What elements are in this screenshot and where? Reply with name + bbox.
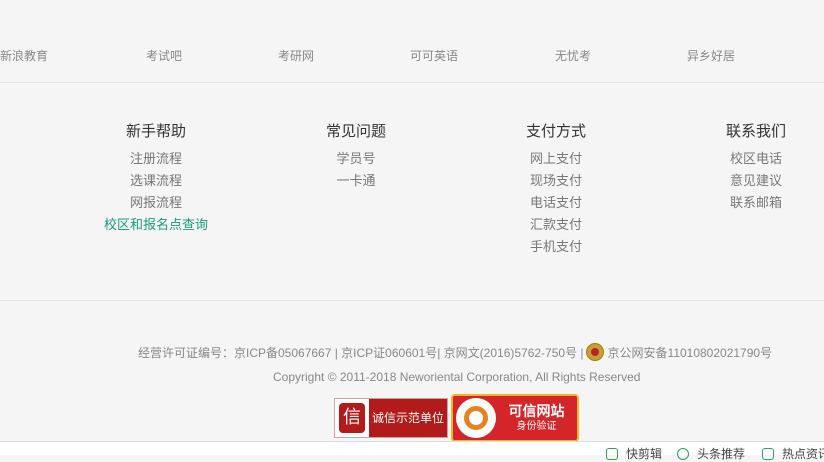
police-record-link[interactable]: 京公网安备11010802021790号	[608, 344, 773, 361]
help-link[interactable]: 选课流程	[66, 170, 246, 192]
trusted-site-badge[interactable]: 可信网站 身份验证	[451, 394, 579, 442]
trusted-site-subtitle: 身份验证	[516, 421, 557, 432]
help-link[interactable]: 网上支付	[466, 148, 646, 170]
help-link[interactable]: 现场支付	[466, 170, 646, 192]
help-link[interactable]: 学员号	[266, 148, 446, 170]
help-link[interactable]: 意见建议	[666, 170, 824, 192]
trusted-site-logo-icon	[456, 398, 496, 438]
help-column-contact: 联系我们 校区电话 意见建议 联系邮箱	[666, 122, 824, 214]
police-badge-icon	[585, 343, 604, 361]
bottom-toolbar: 快剪辑 头条推荐 热点资讯	[0, 441, 824, 461]
friend-link[interactable]: 异乡好居	[687, 47, 735, 64]
license-text: 经营许可证编号：京ICP备05067667 | 京ICP证060601号| 京网…	[138, 345, 584, 360]
help-column-payment: 支付方式 网上支付 现场支付 电话支付 汇款支付 手机支付	[466, 122, 646, 258]
column-heading: 新手帮助	[125, 123, 186, 140]
help-link[interactable]: 汇款支付	[466, 214, 646, 236]
help-link[interactable]: 电话支付	[466, 192, 646, 214]
friend-link[interactable]: 考研网	[278, 47, 314, 64]
help-link-campus-query[interactable]: 校区和报名点查询	[66, 214, 246, 236]
help-link[interactable]: 手机支付	[466, 236, 646, 258]
help-link[interactable]: 联系邮箱	[666, 192, 824, 214]
site-footer: 经营许可证编号：京ICP备05067667 | 京ICP证060601号| 京网…	[0, 300, 824, 454]
trusted-site-title: 可信网站	[508, 403, 565, 419]
friend-links-row: 新浪教育 考试吧 考研网 可可英语 无忧考 异乡好居	[0, 0, 824, 83]
help-link[interactable]: 网报流程	[66, 192, 246, 214]
column-heading: 联系我们	[725, 123, 786, 140]
friend-link[interactable]: 可可英语	[410, 47, 458, 64]
integrity-badge-label: 诚信示范单位	[369, 399, 447, 437]
help-link[interactable]: 校区电话	[666, 148, 824, 170]
friend-link[interactable]: 考试吧	[146, 47, 182, 64]
integrity-badge[interactable]: 信 诚信示范单位	[334, 398, 448, 438]
help-section: 新手帮助 注册流程 选课流程 网报流程 校区和报名点查询 常见问题 学员号 一卡…	[0, 82, 824, 301]
column-heading: 常见问题	[325, 123, 386, 140]
column-heading: 支付方式	[525, 123, 586, 140]
help-link[interactable]: 一卡通	[266, 170, 446, 192]
integrity-seal-icon: 信	[339, 403, 365, 433]
help-column-newbie: 新手帮助 注册流程 选课流程 网报流程 校区和报名点查询	[66, 122, 246, 236]
license-line: 经营许可证编号：京ICP备05067667 | 京ICP证060601号| 京网…	[138, 343, 772, 361]
friend-link[interactable]: 新浪教育	[0, 47, 48, 64]
help-link[interactable]: 注册流程	[66, 148, 246, 170]
help-column-faq: 常见问题 学员号 一卡通	[266, 122, 446, 192]
copyright-text: Copyright © 2011-2018 Neworiental Corpor…	[273, 370, 641, 384]
friend-link[interactable]: 无忧考	[555, 47, 591, 64]
